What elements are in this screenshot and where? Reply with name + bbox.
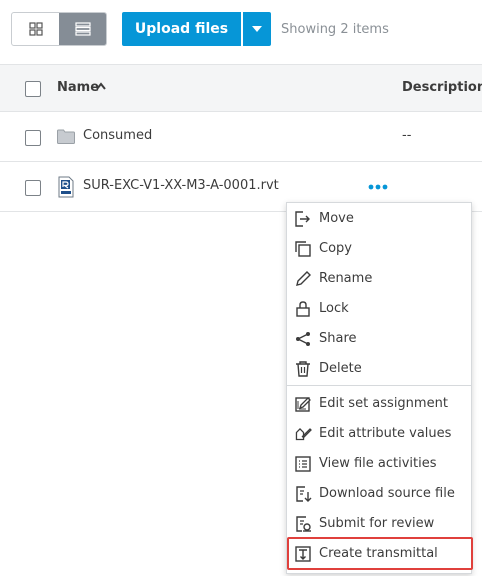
row-checkbox[interactable] [25, 130, 41, 146]
trash-icon [296, 361, 310, 377]
sort-ascending-icon[interactable] [96, 82, 106, 90]
menu-item-label: Delete [319, 361, 362, 376]
chevron-down-icon [252, 26, 262, 32]
menu-item-copy[interactable]: Copy [287, 234, 471, 264]
row-name[interactable]: Consumed [83, 128, 152, 143]
context-menu: Move Copy Rename Lock Share Delete Edit … [286, 202, 472, 574]
move-icon [295, 211, 310, 227]
menu-item-label: Edit attribute values [319, 426, 452, 441]
grid-icon [28, 22, 43, 36]
menu-item-label: Move [319, 211, 354, 226]
copy-icon [295, 241, 311, 257]
upload-dropdown-button[interactable] [243, 12, 271, 46]
menu-item-label: Submit for review [319, 516, 435, 531]
highlight-box [287, 537, 473, 570]
menu-item-rename[interactable]: Rename [287, 264, 471, 294]
menu-item-label: View file activities [319, 456, 437, 471]
activities-icon [295, 456, 311, 472]
share-icon [296, 332, 310, 346]
menu-item-label: Download source file [319, 486, 455, 501]
download-icon [296, 486, 312, 502]
menu-item-edit-attribute-values[interactable]: Edit attribute values [287, 419, 471, 449]
pencil-icon [296, 271, 311, 286]
row-checkbox[interactable] [25, 180, 41, 196]
menu-item-share[interactable]: Share [287, 324, 471, 354]
menu-item-move[interactable]: Move [287, 204, 471, 234]
upload-files-button[interactable]: Upload files [122, 12, 241, 46]
view-toggle [11, 12, 107, 46]
list-view-button[interactable] [59, 13, 106, 45]
menu-item-delete[interactable]: Delete [287, 354, 471, 384]
menu-item-submit-for-review[interactable]: Submit for review [287, 509, 471, 539]
grid-view-button[interactable] [12, 13, 59, 45]
row-description: -- [402, 128, 412, 143]
lock-icon [296, 301, 310, 317]
edit-set-icon [295, 397, 311, 412]
revit-file-icon [58, 176, 74, 198]
list-icon [74, 22, 91, 36]
menu-item-view-file-activities[interactable]: View file activities [287, 449, 471, 479]
item-count: Showing 2 items [281, 22, 389, 37]
row-name[interactable]: SUR-EXC-V1-XX-M3-A-0001.rvt [83, 178, 279, 193]
menu-item-label: Copy [319, 241, 352, 256]
edit-attribute-icon [295, 428, 312, 441]
select-all-checkbox[interactable] [25, 81, 41, 97]
table-header: Name Description [0, 64, 482, 112]
toolbar: Upload files Showing 2 items [0, 0, 482, 64]
table-row[interactable]: Consumed -- [0, 112, 482, 162]
menu-item-lock[interactable]: Lock [287, 294, 471, 324]
menu-item-label: Lock [319, 301, 349, 316]
menu-item-label: Share [319, 331, 357, 346]
menu-divider [287, 385, 471, 386]
folder-icon [57, 129, 75, 144]
menu-item-download-source-file[interactable]: Download source file [287, 479, 471, 509]
column-header-name[interactable]: Name [57, 80, 99, 95]
menu-item-edit-set-assignment[interactable]: Edit set assignment [287, 389, 471, 419]
menu-item-label: Edit set assignment [319, 396, 448, 411]
more-options-icon[interactable] [368, 184, 388, 190]
column-header-description[interactable]: Description [402, 80, 482, 95]
review-icon [296, 516, 311, 532]
menu-item-label: Rename [319, 271, 373, 286]
